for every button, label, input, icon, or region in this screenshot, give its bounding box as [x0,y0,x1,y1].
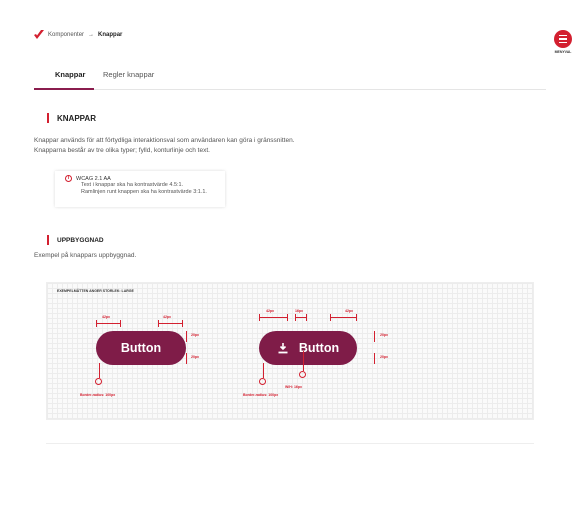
button-label: Button [120,341,162,355]
hamburger-icon[interactable] [554,30,572,48]
measure-tick [295,314,296,321]
measure-label: 42px [266,309,274,313]
radius-pointer [99,363,100,378]
breadcrumb-parent[interactable]: Komponenter [48,32,84,38]
section-title-text: KNAPPAR [57,113,96,123]
anatomy-example: EXEMPELMÅTTEN ANGER STORLEK: LARGE 42px … [46,282,534,420]
example-caption: EXEMPELMÅTTEN ANGER STORLEK: LARGE [57,289,134,293]
section-title-uppbyggnad: UPPBYGGNAD [47,235,104,245]
measure-tick [120,320,121,327]
section-marker [47,235,49,245]
measure-line [96,323,121,324]
radius-label: Border-radius: 100px [80,393,116,397]
wcag-note: i WCAG 2.1 AA Text i knappar ska ha kont… [55,171,225,207]
tab-regler-knappar[interactable]: Regler knappar [103,70,154,79]
breadcrumb: Komponenter → Knappar [34,30,122,39]
measure-line [186,331,187,342]
measure-line [186,353,187,364]
measure-tick [330,314,331,321]
example-button-with-icon[interactable]: Button [259,331,357,365]
wcag-title: WCAG 2.1 AA [76,175,111,182]
button-label: Button [298,341,340,355]
measure-label: 20px [380,333,388,337]
section-title-text: UPPBYGGNAD [57,236,104,244]
measure-label: 20px [380,355,388,359]
measure-line [374,331,375,342]
measure-label: 20px [191,333,199,337]
measure-tick [356,314,357,321]
download-icon [278,343,288,354]
measure-tick [182,320,183,327]
icon-size-marker [299,371,306,378]
measure-tick [96,320,97,327]
measure-label: 42px [102,315,110,319]
tab-knappar[interactable]: Knappar [55,70,85,79]
section-title-knappar: KNAPPAR [47,113,96,123]
measure-label: 20px [191,355,199,359]
measure-label: 42px [163,315,171,319]
measure-line [374,353,375,364]
measure-label: 16px [295,309,303,313]
radius-marker [95,378,102,385]
menu-button[interactable]: MENYVAL [548,30,578,54]
breadcrumb-separator: → [88,31,95,38]
example-button-filled[interactable]: Button [96,331,186,365]
menu-label: MENYVAL [554,50,572,54]
icon-size-label: W/H: 16px [285,385,302,389]
intro-text: Knappar används för att förtydliga inter… [34,137,295,144]
divider [46,443,534,444]
measure-tick [306,314,307,321]
logo-icon[interactable] [34,30,44,39]
measure-line [158,323,183,324]
accessibility-icon: i [65,175,72,182]
active-tab-indicator [34,88,94,90]
measure-tick [259,314,260,321]
section-marker [47,113,49,123]
measure-line [330,317,357,318]
section-text: Exempel på knappars uppbyggnad. [34,252,137,259]
wcag-rule: Ramlinjen runt knappen ska ha kontrastvä… [81,189,207,195]
wcag-rule: Text i knappar ska ha kontrastvärde 4.5:… [81,182,184,188]
breadcrumb-current: Knappar [98,31,123,38]
measure-label: 42px [345,309,353,313]
icon-size-pointer [303,351,304,371]
measure-tick [158,320,159,327]
measure-line [259,317,287,318]
measure-tick [287,314,288,321]
radius-pointer [263,363,264,378]
radius-label: Border-radius: 100px [243,393,279,397]
radius-marker [259,378,266,385]
intro-text-2: Knapparna består av tre olika typer; fyl… [34,147,210,154]
tab-bar: Knappar Regler knappar [34,70,546,90]
